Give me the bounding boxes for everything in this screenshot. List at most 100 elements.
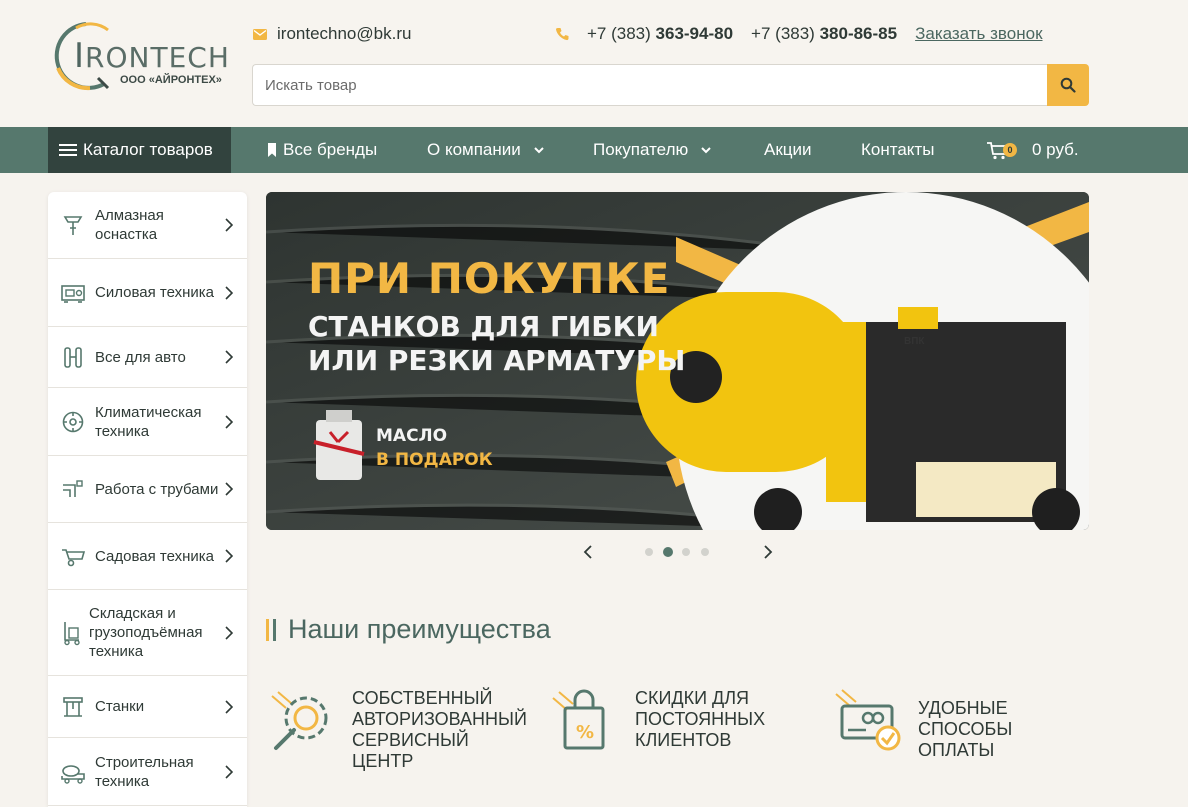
advantages-header: Наши преимущества	[266, 614, 551, 645]
header-phones: +7 (383) 363-94-80 +7 (383) 380-86-85 За…	[555, 24, 1043, 44]
sidebar-item-machines[interactable]: Станки	[48, 676, 247, 738]
chevron-right-icon	[225, 350, 233, 364]
slider-controls	[580, 542, 780, 562]
banner-subtitle: СТАНКОВ ДЛЯ ГИБКИ ИЛИ РЕЗКИ АРМАТУРЫ	[308, 310, 685, 378]
company-name: ООО «АЙРОНТЕХ»	[120, 74, 222, 86]
promo-banner[interactable]: ПРИ ПОКУПКЕ СТАНКОВ ДЛЯ ГИБКИ ИЛИ РЕЗКИ …	[266, 192, 1089, 530]
nav-contacts[interactable]: Контакты	[861, 127, 934, 173]
chevron-right-icon	[225, 285, 233, 300]
advantage-text: СКИДКИ ДЛЯ ПОСТОЯННЫХ КЛИЕНТОВ	[635, 688, 766, 750]
advantage-item-discount: % СКИДКИ ДЛЯ ПОСТОЯННЫХ КЛИЕНТОВ	[549, 688, 809, 758]
chevron-right-icon	[225, 549, 233, 563]
wheelbarrow-icon	[60, 543, 86, 569]
svg-text:%: %	[576, 722, 594, 743]
sidebar-item-label: Станки	[95, 698, 145, 715]
sidebar-item-auto[interactable]: Все для авто	[48, 327, 247, 388]
sidebar-item-label: Работа с трубами	[95, 480, 219, 498]
tools-icon	[60, 344, 86, 370]
sidebar-item-label: Все для авто	[95, 348, 186, 366]
banner-gift-line2: В ПОДАРОК	[376, 450, 493, 470]
advantage-item-service: СОБСТВЕННЫЙ АВТОРИЗОВАННЫЙ СЕРВИСНЫЙ ЦЕН…	[266, 688, 536, 772]
banner-subtitle-line1: СТАНКОВ ДЛЯ ГИБКИ	[308, 310, 659, 343]
machine-tool-icon	[60, 694, 86, 720]
sidebar-item-label: Строительная техника	[95, 753, 194, 790]
generator-icon	[60, 280, 86, 306]
machine-label: ВПК	[904, 336, 925, 347]
payment-card-icon	[835, 689, 901, 751]
nav-promo[interactable]: Акции	[764, 127, 812, 173]
chevron-right-icon	[225, 414, 233, 429]
chevron-right-icon	[225, 482, 233, 496]
slider-dot-active[interactable]	[663, 547, 673, 557]
banner-title: ПРИ ПОКУПКЕ	[308, 254, 671, 303]
discount-bag-icon: %	[552, 689, 605, 750]
search-input[interactable]	[252, 64, 1047, 106]
banner-gift-line1: МАСЛО	[376, 426, 448, 446]
nav-catalog-label: Каталог товаров	[83, 140, 213, 159]
nav-company-label: О компании	[427, 140, 521, 159]
sidebar-item-pipes[interactable]: Работа с трубами	[48, 456, 247, 523]
sidebar-item-label: Садовая техника	[95, 547, 214, 565]
advantages-title: Наши преимущества	[288, 614, 551, 644]
sidebar-item-label: Складская и грузоподъёмная техника	[89, 605, 203, 660]
sidebar-item-construction[interactable]: Строительная техника	[48, 738, 247, 806]
sidebar-item-power[interactable]: Силовая техника	[48, 259, 247, 327]
sidebar-item-label: Климатическая техника	[95, 403, 202, 440]
slider-dot[interactable]	[701, 548, 709, 556]
slider-dot[interactable]	[645, 548, 653, 556]
hamburger-icon	[59, 144, 77, 156]
concrete-mixer-icon	[60, 759, 86, 785]
chevron-down-icon	[534, 147, 544, 154]
climate-fan-icon	[60, 409, 86, 435]
advantage-text: УДОБНЫЕ СПОСОБЫ ОПЛАТЫ	[918, 698, 1013, 760]
chevron-down-icon	[701, 147, 711, 154]
nav-buyer-label: Покупателю	[593, 140, 689, 159]
cart-count-badge: 0	[1003, 143, 1017, 157]
slider-prev-icon[interactable]	[583, 545, 593, 559]
cart-total: 0 руб.	[1032, 140, 1079, 159]
search-bar	[252, 64, 1089, 106]
email-text[interactable]: irontechno@bk.ru	[277, 24, 411, 44]
slider-next-icon[interactable]	[763, 545, 773, 559]
advantage-text: СОБСТВЕННЫЙ АВТОРИЗОВАННЫЙ СЕРВИСНЫЙ ЦЕН…	[352, 688, 527, 771]
pipe-icon	[60, 476, 86, 502]
search-icon	[1060, 77, 1076, 93]
header-email[interactable]: irontechno@bk.ru	[253, 24, 411, 44]
sidebar-item-label: Силовая техника	[95, 284, 215, 301]
phone-2[interactable]: +7 (383) 380-86-85	[751, 24, 897, 44]
advantage-item-payment: УДОБНЫЕ СПОСОБЫ ОПЛАТЫ	[832, 688, 1092, 761]
chevron-right-icon	[225, 218, 233, 232]
search-button[interactable]	[1047, 64, 1089, 106]
main-nav: Каталог товаров Все бренды О компании По…	[0, 127, 1188, 173]
phone-1[interactable]: +7 (383) 363-94-80	[587, 24, 733, 44]
sidebar-item-label: Алмазная оснастка	[95, 207, 164, 243]
sidebar-item-diamond[interactable]: Алмазная оснастка	[48, 192, 247, 259]
sidebar-item-warehouse[interactable]: Складская и грузоподъёмная техника	[48, 590, 247, 676]
nav-buyer[interactable]: Покупателю	[593, 127, 712, 173]
nav-brands[interactable]: Все бренды	[267, 127, 377, 173]
chevron-right-icon	[225, 764, 233, 779]
nav-contacts-label: Контакты	[861, 140, 935, 159]
sidebar-item-garden[interactable]: Садовая техника	[48, 523, 247, 590]
phone-icon	[555, 28, 569, 41]
nav-brands-label: Все бренды	[283, 140, 378, 159]
service-gear-icon	[271, 691, 328, 750]
chevron-right-icon	[225, 625, 233, 640]
diamond-drill-icon	[60, 212, 86, 238]
logo-wordmark: IRONTECH	[74, 36, 230, 76]
mail-icon	[253, 28, 267, 40]
category-sidebar: Алмазная оснастка Силовая техника Все дл…	[48, 192, 247, 807]
site-header: IRONTECH ООО «АЙРОНТЕХ» irontechno@bk.ru…	[0, 0, 1188, 127]
logo[interactable]: IRONTECH ООО «АЙРОНТЕХ»	[46, 18, 229, 96]
nav-cart[interactable]: 0 0 руб.	[986, 127, 1079, 173]
advantages-accent-bar	[266, 618, 276, 641]
banner-subtitle-line2: ИЛИ РЕЗКИ АРМАТУРЫ	[308, 344, 686, 377]
nav-company[interactable]: О компании	[427, 127, 545, 173]
nav-catalog[interactable]: Каталог товаров	[48, 127, 231, 173]
callback-link[interactable]: Заказать звонок	[915, 24, 1042, 44]
bookmark-icon	[268, 143, 276, 157]
nav-promo-label: Акции	[764, 140, 812, 159]
sidebar-item-climate[interactable]: Климатическая техника	[48, 388, 247, 456]
hand-truck-icon	[60, 620, 86, 646]
slider-dot[interactable]	[682, 548, 690, 556]
